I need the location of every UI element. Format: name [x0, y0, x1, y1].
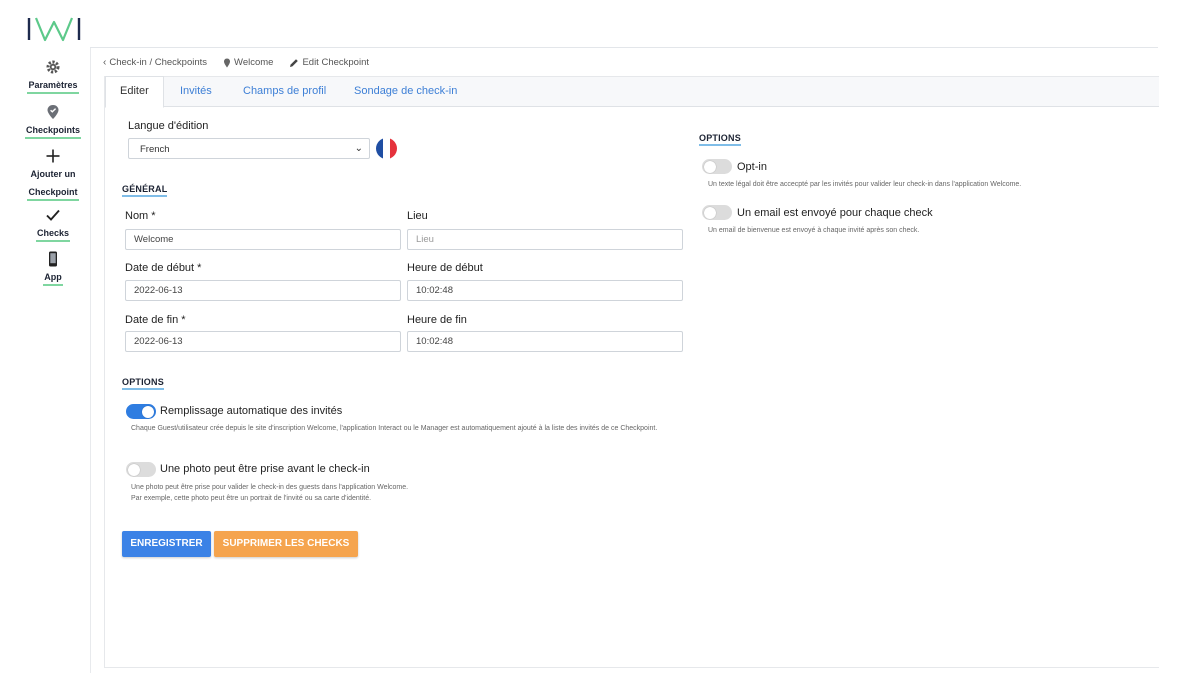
brand-logo: [27, 17, 81, 42]
place-input[interactable]: [407, 229, 683, 250]
main-panel: Editer Invités Champs de profil Sondage …: [104, 76, 1159, 668]
sidebar-item-checks[interactable]: Checks: [0, 207, 106, 242]
map-pin-icon: [47, 105, 59, 119]
language-select[interactable]: French ⌄: [128, 138, 370, 159]
email-help-text: Un email de bienvenue est envoyé à chaqu…: [708, 227, 920, 234]
start-date-label: Date de début *: [125, 262, 202, 274]
end-date-label: Date de fin *: [125, 314, 186, 326]
language-label: Langue d'édition: [128, 120, 209, 132]
photo-toggle[interactable]: [126, 462, 156, 477]
tab-sondage-de-check-in[interactable]: Sondage de check-in: [354, 77, 457, 106]
sidebar-item-parametres[interactable]: Paramètres: [0, 59, 106, 94]
options-section-title: OPTIONS: [122, 377, 164, 390]
breadcrumb-item-checkpoints[interactable]: ‹ Check-in / Checkpoints: [103, 57, 207, 68]
phone-icon: [49, 251, 57, 267]
start-date-input[interactable]: [125, 280, 401, 301]
language-select-value: French: [140, 144, 170, 155]
name-input[interactable]: [125, 229, 401, 250]
tab-editer[interactable]: Editer: [105, 76, 164, 108]
name-label: Nom *: [125, 210, 156, 222]
french-flag-icon: [376, 138, 397, 159]
gear-icon: [46, 60, 60, 74]
photo-help-text-1: Une photo peut être prise pour valider l…: [131, 484, 409, 491]
sidebar-item-label-line2: Checkpoint: [27, 185, 79, 201]
sidebar-item-label-line1: Ajouter un: [30, 169, 76, 179]
end-date-input[interactable]: [125, 331, 401, 352]
sidebar-item-label: Checks: [35, 226, 71, 242]
autofill-toggle[interactable]: [126, 404, 156, 419]
general-section-title: GÉNÉRAL: [122, 184, 168, 197]
breadcrumb-label: Edit Checkpoint: [302, 57, 369, 68]
sidebar-item-label: Checkpoints: [24, 123, 81, 139]
breadcrumb-item-welcome[interactable]: Welcome: [223, 57, 273, 68]
pencil-icon: [290, 58, 299, 67]
end-time-label: Heure de fin: [407, 314, 467, 326]
chevron-down-icon: ⌄: [354, 143, 363, 154]
breadcrumb-label: Welcome: [234, 57, 274, 68]
header-divider: [90, 47, 1158, 48]
start-time-input[interactable]: [407, 280, 683, 301]
optin-toggle[interactable]: [702, 159, 732, 174]
tab-champs-de-profil[interactable]: Champs de profil: [243, 77, 326, 106]
photo-label: Une photo peut être prise avant le check…: [160, 463, 370, 475]
end-time-input[interactable]: [407, 331, 683, 352]
start-time-label: Heure de début: [407, 262, 483, 274]
sidebar-item-app[interactable]: App: [0, 251, 106, 286]
tab-bar: Editer Invités Champs de profil Sondage …: [105, 76, 1159, 108]
optin-help-text: Un texte légal doit être accecpté par le…: [708, 181, 1022, 188]
email-toggle[interactable]: [702, 205, 732, 220]
map-pin-icon: [224, 58, 231, 67]
sidebar-item-label: App: [43, 270, 63, 286]
breadcrumb: ‹ Check-in / Checkpoints Welcome Edit Ch…: [103, 57, 369, 68]
checkmark-icon: [46, 209, 60, 221]
tab-invites[interactable]: Invités: [180, 77, 212, 106]
autofill-label: Remplissage automatique des invités: [160, 405, 343, 417]
sidebar-item-checkpoints[interactable]: Checkpoints: [0, 104, 106, 139]
place-label: Lieu: [407, 210, 428, 222]
plus-icon: [46, 149, 60, 163]
photo-help-text-2: Par exemple, cette photo peut être un po…: [131, 495, 372, 502]
email-label: Un email est envoyé pour chaque check: [737, 207, 933, 219]
autofill-help-text: Chaque Guest/utilisateur crée depuis le …: [131, 425, 658, 432]
save-button[interactable]: ENREGISTRER: [122, 531, 211, 557]
optin-label: Opt-in: [737, 161, 767, 173]
right-options-section-title: OPTIONS: [699, 133, 741, 146]
breadcrumb-item-edit: Edit Checkpoint: [289, 57, 369, 68]
breadcrumb-label: Check-in / Checkpoints: [109, 57, 208, 68]
sidebar: [0, 48, 91, 673]
sidebar-item-ajouter-checkpoint[interactable]: Ajouter un Checkpoint: [0, 148, 106, 201]
sidebar-item-label: Paramètres: [27, 78, 79, 94]
chevron-left-icon: ‹: [103, 57, 107, 68]
delete-checks-button[interactable]: SUPPRIMER LES CHECKS: [214, 531, 358, 557]
